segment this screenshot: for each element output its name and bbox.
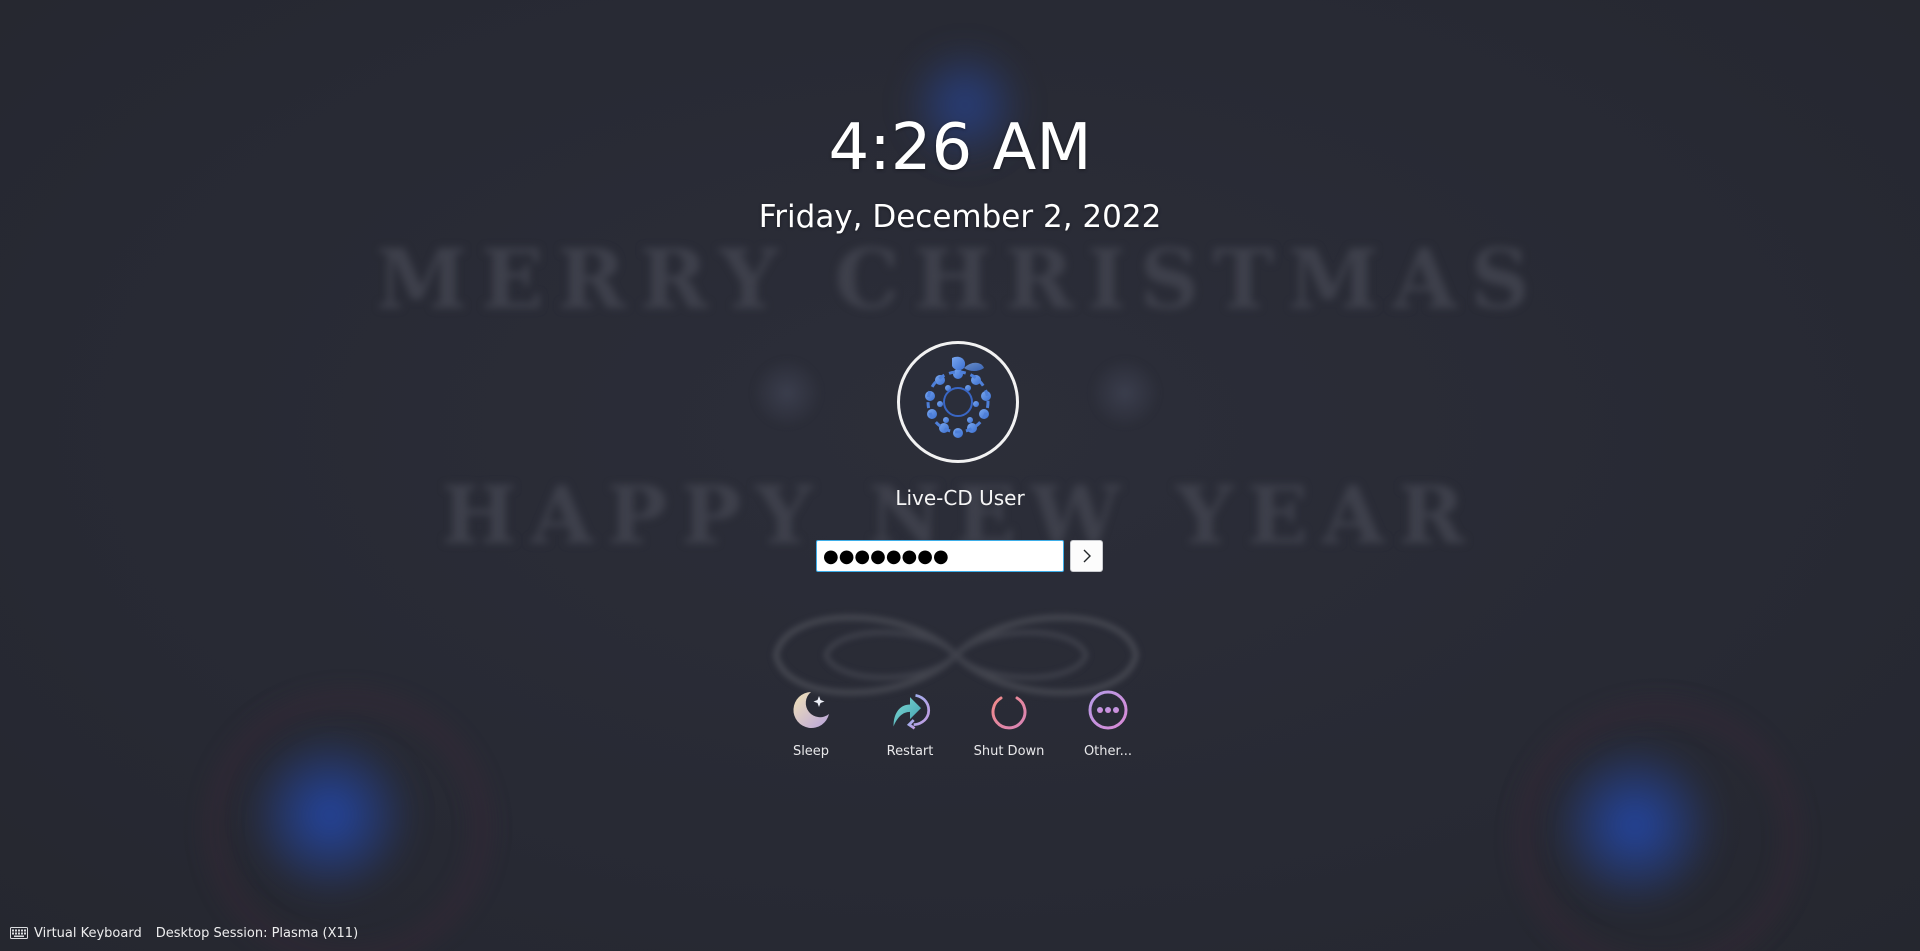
other-label: Other... [1083,744,1133,759]
wallpaper-star-right [1090,358,1160,428]
shutdown-icon [987,688,1031,732]
desktop-session-selector[interactable]: Desktop Session: Plasma (X11) [156,926,358,941]
chevron-right-icon [1083,549,1091,563]
wallpaper-blue-ornament-right [1545,740,1725,910]
lock-screen: MERRY CHRISTMAS HAPPY NEW YEAR 4:26 AM F… [0,0,1920,951]
bottom-bar: Virtual Keyboard Desktop Session: Plasma… [10,924,372,942]
desktop-session-label: Desktop Session: Plasma (X11) [155,925,359,941]
user-name: Live-CD User [895,486,1025,510]
restart-icon [888,688,932,732]
clock-date: Friday, December 2, 2022 [758,199,1162,235]
virtual-keyboard-button[interactable]: Virtual Keyboard [10,926,142,941]
restart-label: Restart [886,744,934,759]
login-button[interactable] [1070,540,1103,572]
more-icon [1086,688,1130,732]
password-input[interactable] [816,540,1064,572]
other-button[interactable]: Other... [1058,688,1158,759]
wreath-icon [925,356,991,438]
wallpaper-blue-ornament-left [240,730,420,900]
shutdown-label: Shut Down [973,744,1045,759]
sleep-icon [789,688,833,732]
keyboard-icon [10,927,28,939]
virtual-keyboard-label: Virtual Keyboard [34,925,142,941]
sleep-button[interactable]: Sleep [761,688,861,759]
wallpaper-star-left [752,358,822,428]
sleep-label: Sleep [792,744,830,759]
wallpaper-merry-christmas: MERRY CHRISTMAS [376,232,1544,328]
restart-button[interactable]: Restart [860,688,960,759]
clock-time: 4:26 AM [828,111,1092,185]
shutdown-button[interactable]: Shut Down [959,688,1059,759]
user-avatar[interactable] [897,341,1019,463]
